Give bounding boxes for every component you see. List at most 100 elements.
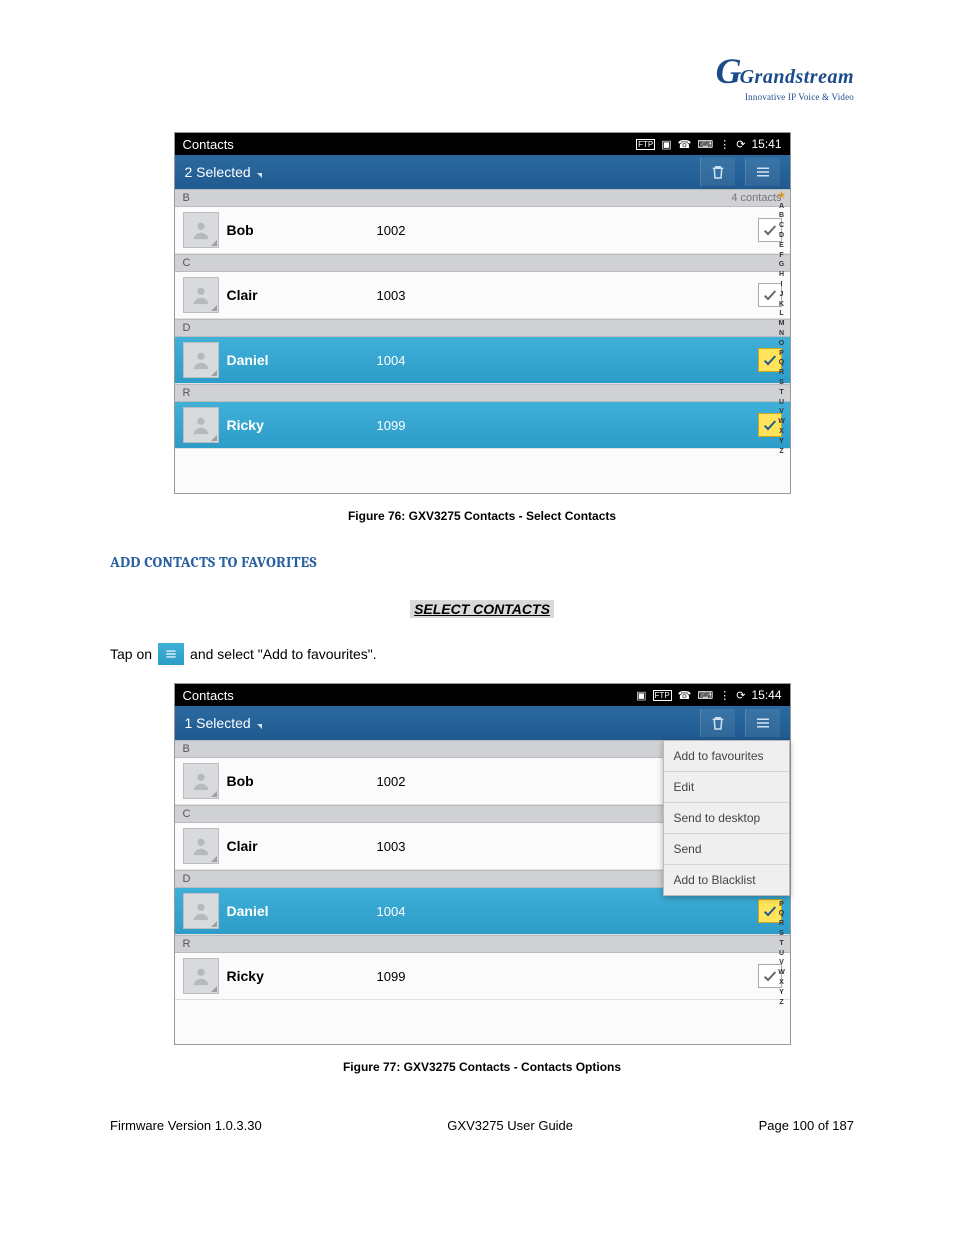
az-letter[interactable]: G — [776, 260, 788, 270]
avatar-icon — [183, 958, 219, 994]
status-bar: Contacts ▣ FTP ☎ ⌨ ⋮ ⟳ 15:44 — [175, 684, 790, 706]
contact-number: 1002 — [377, 223, 406, 238]
figure-76-screenshot: Contacts FTP ▣ ☎ ⌨ ⋮ ⟳ 15:41 2 Selected — [174, 132, 791, 494]
app-title: Contacts — [183, 137, 637, 152]
az-letter[interactable]: A — [776, 202, 788, 212]
az-letter[interactable]: C — [776, 221, 788, 231]
contact-name: Daniel — [227, 352, 377, 368]
contact-row[interactable]: Ricky1099 — [175, 402, 790, 449]
az-letter[interactable]: N — [776, 329, 788, 339]
sync-icon: ⟳ — [736, 689, 745, 702]
clock-text: 15:44 — [751, 688, 781, 702]
az-letter[interactable]: V — [776, 958, 788, 968]
az-letter[interactable]: V — [776, 407, 788, 417]
menu-item[interactable]: Send to desktop — [664, 803, 789, 834]
menu-button[interactable] — [745, 709, 780, 737]
contact-name: Bob — [227, 222, 377, 238]
az-letter[interactable]: U — [776, 398, 788, 408]
dropdown-triangle-icon[interactable] — [257, 724, 262, 729]
contact-name: Ricky — [227, 968, 377, 984]
selection-header: 2 Selected — [175, 155, 790, 189]
delete-button[interactable] — [700, 158, 735, 186]
figure-76-caption: Figure 76: GXV3275 Contacts - Select Con… — [110, 509, 854, 523]
trash-icon — [709, 163, 727, 181]
az-letter[interactable]: Q — [776, 909, 788, 919]
section-header: C — [175, 254, 790, 272]
contact-name: Clair — [227, 287, 377, 303]
az-letter[interactable]: T — [776, 939, 788, 949]
image-icon: ▣ — [661, 138, 671, 151]
doc-title: GXV3275 User Guide — [447, 1118, 573, 1133]
az-letter[interactable]: O — [776, 339, 788, 349]
selection-header: 1 Selected — [175, 706, 790, 740]
az-letter[interactable]: I — [776, 280, 788, 290]
figure-77-screenshot: Contacts ▣ FTP ☎ ⌨ ⋮ ⟳ 15:44 1 Selected — [174, 683, 791, 1045]
menu-icon-inline — [158, 643, 184, 665]
image-icon: ▣ — [636, 689, 646, 702]
page-number: Page 100 of 187 — [759, 1118, 854, 1133]
contact-number: 1099 — [377, 418, 406, 433]
contact-row[interactable]: Ricky1099 — [175, 953, 790, 1000]
az-letter[interactable]: E — [776, 241, 788, 251]
az-letter[interactable]: D — [776, 231, 788, 241]
az-letter[interactable]: S — [776, 929, 788, 939]
az-letter[interactable]: K — [776, 300, 788, 310]
az-letter[interactable]: W — [776, 968, 788, 978]
app-title: Contacts — [183, 688, 637, 703]
az-letter[interactable]: Y — [776, 988, 788, 998]
az-letter[interactable]: R — [776, 919, 788, 929]
contact-number: 1003 — [377, 288, 406, 303]
az-letter[interactable]: R — [776, 368, 788, 378]
menu-button[interactable] — [745, 158, 780, 186]
selected-count[interactable]: 1 Selected — [185, 715, 251, 731]
sub-heading: SELECT CONTACTS — [110, 601, 854, 619]
az-letter[interactable]: Y — [776, 437, 788, 447]
ftp-icon: FTP — [653, 690, 672, 701]
contact-name: Daniel — [227, 903, 377, 919]
star-icon[interactable]: ★ — [776, 189, 788, 202]
az-letter[interactable]: P — [776, 900, 788, 910]
instruction-text: Tap on and select "Add to favourites". — [110, 643, 854, 665]
clock-text: 15:41 — [751, 137, 781, 151]
contact-number: 1003 — [377, 839, 406, 854]
avatar-icon — [183, 893, 219, 929]
az-letter[interactable]: H — [776, 270, 788, 280]
selected-count[interactable]: 2 Selected — [185, 164, 251, 180]
az-letter[interactable]: B — [776, 211, 788, 221]
az-letter[interactable]: M — [776, 319, 788, 329]
az-letter[interactable]: S — [776, 378, 788, 388]
avatar-icon — [183, 828, 219, 864]
contact-name: Ricky — [227, 417, 377, 433]
menu-item[interactable]: Add to Blacklist — [664, 865, 789, 895]
dropdown-triangle-icon[interactable] — [257, 173, 262, 178]
az-letter[interactable]: T — [776, 388, 788, 398]
az-letter[interactable]: Q — [776, 358, 788, 368]
contact-number: 1099 — [377, 969, 406, 984]
delete-button[interactable] — [700, 709, 735, 737]
az-letter[interactable]: X — [776, 427, 788, 437]
az-letter[interactable]: F — [776, 251, 788, 261]
bluetooth-icon: ⋮ — [719, 138, 730, 151]
keyboard-icon: ⌨ — [697, 689, 713, 702]
contact-row[interactable]: Daniel1004 — [175, 337, 790, 384]
keyboard-icon: ⌨ — [697, 138, 713, 151]
firmware-version: Firmware Version 1.0.3.30 — [110, 1118, 262, 1133]
section-header: B4 contacts — [175, 189, 790, 207]
sync-icon: ⟳ — [736, 138, 745, 151]
contact-row[interactable]: Clair1003 — [175, 272, 790, 319]
az-letter[interactable]: W — [776, 417, 788, 427]
az-letter[interactable]: Z — [776, 447, 788, 457]
contact-row[interactable]: Bob1002 — [175, 207, 790, 254]
az-index[interactable]: ★ ABCDEFGHIJKLMNOPQRSTUVWXYZ — [776, 189, 788, 493]
az-letter[interactable]: L — [776, 309, 788, 319]
menu-item[interactable]: Add to favourites — [664, 741, 789, 772]
az-letter[interactable]: P — [776, 349, 788, 359]
az-letter[interactable]: U — [776, 949, 788, 959]
menu-item[interactable]: Edit — [664, 772, 789, 803]
menu-item[interactable]: Send — [664, 834, 789, 865]
az-letter[interactable]: J — [776, 290, 788, 300]
avatar-icon — [183, 342, 219, 378]
ftp-icon: FTP — [636, 139, 655, 150]
az-letter[interactable]: Z — [776, 998, 788, 1008]
az-letter[interactable]: X — [776, 978, 788, 988]
